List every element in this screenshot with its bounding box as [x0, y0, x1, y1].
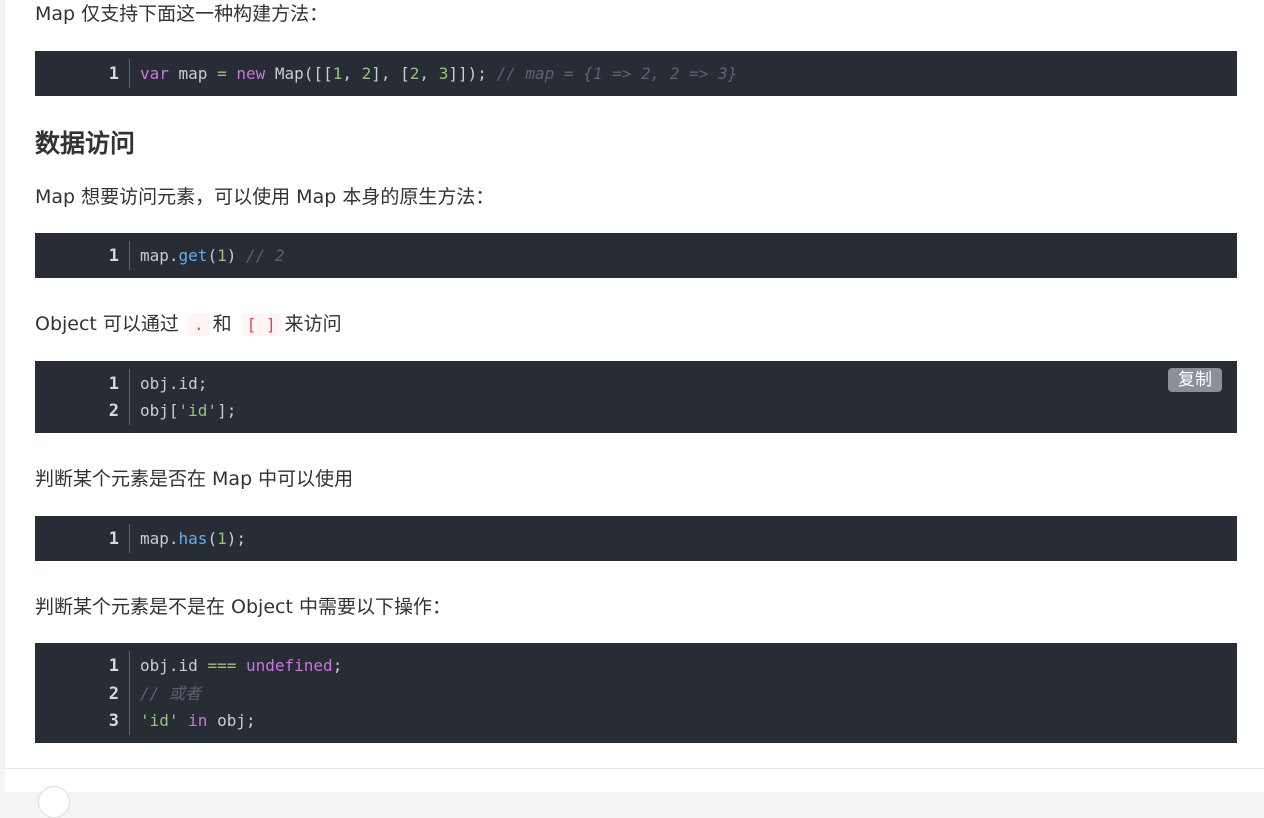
line-number: 2: [108, 401, 119, 421]
code-token: in: [188, 711, 208, 730]
line-number: 1: [108, 529, 119, 549]
code-token: Map([[: [265, 64, 333, 83]
code-token: ]]);: [448, 64, 497, 83]
line-number: 1: [108, 656, 119, 676]
paragraph-object-has: 判断某个元素是不是在 Object 中需要以下操作：: [35, 596, 451, 618]
line-number-gutter: 1: [35, 51, 130, 96]
code-token: 'id': [140, 711, 179, 730]
code-line: var map = new Map([[1, 2], [2, 3]]); // …: [140, 60, 737, 88]
code-token: 1: [217, 529, 227, 548]
code-token: =: [217, 64, 227, 83]
line-number-gutter: 1 2 3: [35, 643, 130, 743]
gutter-divider: [129, 59, 130, 88]
code-token: 'id': [178, 401, 218, 420]
code-token: 1: [217, 246, 227, 265]
paragraph-map-constructor: Map 仅支持下面这一种构建方法：: [35, 3, 329, 25]
gutter-divider: [129, 524, 130, 553]
code-line: map.get(1) // 2: [140, 242, 285, 270]
copy-code-button[interactable]: 复制: [1168, 368, 1222, 392]
line-number: 3: [108, 711, 119, 731]
inline-code-dot: .: [187, 314, 210, 336]
line-number: 1: [108, 374, 119, 394]
section-heading-data-access: 数据访问: [35, 129, 136, 158]
gutter-divider: [129, 241, 130, 270]
code-block-object-access: 1 2 obj.id; obj['id']; 复制: [35, 361, 1237, 433]
code-token: 2: [409, 64, 420, 83]
code-token: 1: [332, 64, 343, 83]
paragraph-text: 和: [212, 313, 232, 335]
code-comment: // 或者: [140, 684, 201, 703]
code-line: // 或者: [140, 680, 201, 708]
code-comment: // 2: [245, 246, 285, 265]
paragraph-text: 来访问: [284, 313, 342, 335]
footer-section: [5, 768, 1264, 792]
line-number: 1: [108, 246, 119, 266]
code-comment: // map = {1 => 2, 2 => 3}: [496, 64, 738, 83]
line-number-gutter: 1 2: [35, 361, 130, 433]
code-token: ,: [419, 64, 439, 83]
code-block-map-has: 1 map.has(1);: [35, 516, 1237, 561]
code-token: ];: [217, 401, 237, 420]
inline-code-brackets: [ ]: [240, 314, 282, 336]
code-token: ], [: [371, 64, 410, 83]
code-token: ): [226, 246, 246, 265]
gutter-divider: [129, 369, 130, 425]
line-number-gutter: 1: [35, 233, 130, 278]
code-token: ;: [332, 656, 343, 675]
code-line: obj.id;: [140, 374, 208, 393]
code-line: obj.id === undefined;: [140, 652, 342, 680]
code-token: map.: [140, 246, 179, 265]
paragraph-text: Object 可以通过: [35, 313, 179, 335]
code-line: obj['id'];: [140, 397, 236, 425]
code-token: obj.id: [140, 656, 208, 675]
code-block-object-has: 1 2 3 obj.id === undefined; // 或者 'id' i…: [35, 643, 1237, 743]
line-number-gutter: 1: [35, 516, 130, 561]
code-token: 3: [438, 64, 449, 83]
code-block-map-constructor: 1 var map = new Map([[1, 2], [2, 3]]); /…: [35, 51, 1237, 96]
code-token: obj[: [140, 401, 179, 420]
code-token: ,: [342, 64, 362, 83]
code-token: has: [178, 529, 208, 548]
code-token: undefined: [245, 656, 333, 675]
gutter-divider: [129, 651, 130, 735]
code-token: obj;: [207, 711, 256, 730]
paragraph-map-has: 判断某个元素是否在 Map 中可以使用: [35, 468, 354, 490]
code-line: 'id' in obj;: [140, 707, 256, 735]
code-token: );: [226, 529, 246, 548]
code-token: (: [207, 246, 218, 265]
code-line: map.has(1);: [140, 525, 246, 553]
line-number: 1: [108, 64, 119, 84]
code-token: new: [236, 64, 266, 83]
code-token: ===: [207, 656, 237, 675]
line-number: 2: [108, 684, 119, 704]
code-token: (: [207, 529, 218, 548]
code-token: var: [140, 64, 169, 83]
code-token: 2: [361, 64, 372, 83]
code-block-map-get: 1 map.get(1) // 2: [35, 233, 1237, 278]
paragraph-map-access: Map 想要访问元素，可以使用 Map 本身的原生方法：: [35, 186, 495, 208]
code-token: map.: [140, 529, 179, 548]
code-token: get: [178, 246, 208, 265]
code-token: map: [168, 64, 218, 83]
paragraph-object-access: Object 可以通过 .和 [ ] 来访问: [35, 312, 342, 336]
